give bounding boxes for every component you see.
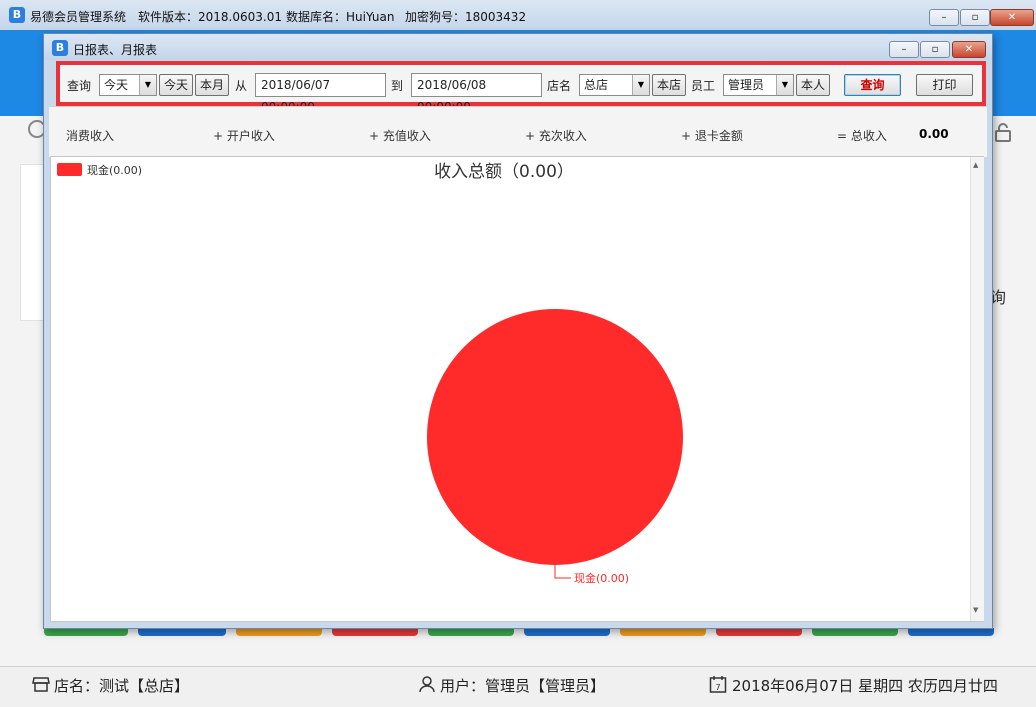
dialog-close-button[interactable]: ✕ — [952, 41, 986, 58]
chevron-down-icon: ▼ — [776, 75, 793, 95]
legend-label[interactable]: 现金(0.00) — [87, 163, 142, 177]
minimize-icon: – — [901, 44, 907, 55]
close-icon: ✕ — [1007, 12, 1017, 23]
store-icon — [32, 676, 50, 692]
store-select[interactable]: 总店 ▼ — [579, 74, 650, 96]
status-date: 2018年06月07日 星期四 农历四月廿四 — [732, 677, 998, 695]
svg-text:7: 7 — [715, 683, 720, 692]
slice-label: 现金(0.00) — [574, 571, 629, 585]
maximize-icon: ▫ — [971, 12, 979, 23]
summary-consume: 消费收入 — [66, 129, 115, 143]
to-label: 到 — [391, 79, 404, 93]
outer-minimize-button[interactable]: – — [929, 9, 959, 26]
status-store: 店名：测试【总店】 — [54, 677, 190, 695]
scroll-down-icon[interactable]: ▼ — [973, 606, 978, 614]
calendar-icon: 7 — [709, 675, 727, 693]
module-tab-stub[interactable] — [620, 628, 706, 636]
to-datetime-input[interactable]: 2018/06/08 00:00:00 — [411, 73, 542, 114]
employee-select[interactable]: 管理员 ▼ — [723, 74, 794, 96]
chevron-down-icon: ▼ — [139, 75, 156, 95]
app-title: 易德会员管理系统 — [30, 10, 127, 24]
summary-recharge-times: + 充次收入 — [525, 129, 587, 143]
module-tab-stub[interactable] — [44, 628, 128, 636]
income-pie-chart: 收入总额（0.00） 现金(0.00) 现金(0.00) ▲ ▼ — [50, 156, 984, 622]
slice-leader-line — [554, 565, 571, 579]
legend-swatch — [57, 163, 82, 176]
summary-total-value: 0.00 — [919, 127, 949, 141]
period-select-value: 今天 — [104, 78, 129, 92]
outer-title-bar: B 易德会员管理系统 软件版本：2018.0603.01 数据库名：HuiYua… — [0, 0, 1036, 31]
pie-slice[interactable] — [427, 309, 683, 565]
summary-refund: + 退卡金额 — [681, 129, 743, 143]
vertical-scrollbar[interactable]: ▲ ▼ — [970, 157, 984, 621]
module-tab-stub[interactable] — [332, 628, 418, 636]
maximize-icon: ▫ — [931, 44, 939, 55]
dialog-minimize-button[interactable]: – — [889, 41, 919, 58]
outer-close-button[interactable]: ✕ — [990, 9, 1034, 26]
summary-recharge: + 充值收入 — [369, 129, 431, 143]
employee-label: 员工 — [691, 79, 716, 93]
chevron-down-icon: ▼ — [632, 75, 649, 95]
user-icon — [418, 675, 436, 693]
summary-open-account: + 开户收入 — [213, 129, 275, 143]
outer-maximize-button[interactable]: ▫ — [960, 9, 990, 26]
module-tab-stub[interactable] — [524, 628, 610, 636]
status-user: 用户：管理员【管理员】 — [440, 677, 606, 695]
this-store-button[interactable]: 本店 — [652, 74, 686, 96]
today-button[interactable]: 今天 — [159, 74, 193, 96]
module-tab-stub[interactable] — [236, 628, 322, 636]
income-summary-row: 消费收入 + 开户收入 + 充值收入 + 充次收入 + 退卡金额 = 总收入 0… — [49, 106, 987, 157]
store-select-value: 总店 — [584, 78, 609, 92]
close-icon: ✕ — [964, 44, 974, 55]
pie-chart-svg: 收入总额（0.00） 现金(0.00) 现金(0.00) — [57, 162, 683, 585]
from-label: 从 — [235, 79, 248, 93]
minimize-icon: – — [941, 12, 947, 23]
scroll-up-icon[interactable]: ▲ — [973, 161, 978, 169]
module-tab-stub[interactable] — [716, 628, 802, 636]
query-toolbar: 查询 今天 ▼ 今天 本月 从 2018/06/07 00:00:00 到 20… — [56, 61, 986, 114]
app-database: 数据库名：HuiYuan — [286, 10, 395, 24]
store-label: 店名 — [547, 79, 572, 93]
module-tab-stub[interactable] — [812, 628, 898, 636]
app-logo-icon: B — [9, 7, 25, 23]
pie-slices: 现金(0.00) — [427, 309, 683, 585]
summary-total-label: = 总收入 — [837, 129, 887, 143]
module-tab-stub[interactable] — [138, 628, 226, 636]
from-datetime-input[interactable]: 2018/06/07 00:00:00 — [255, 73, 386, 114]
employee-select-value: 管理员 — [728, 78, 765, 92]
search-button[interactable]: 查询 — [844, 74, 901, 96]
lock-icon — [993, 122, 1013, 142]
print-button[interactable]: 打印 — [916, 74, 973, 96]
dialog-title-bar: B 日报表、月报表 – ▫ ✕ — [44, 34, 992, 60]
module-tab-stub[interactable] — [428, 628, 514, 636]
app-dongle: 加密狗号：18003432 — [405, 10, 527, 24]
module-tab-stub[interactable] — [908, 628, 994, 636]
chart-title: 收入总额（0.00） — [434, 162, 574, 182]
app-version: 软件版本：2018.0603.01 — [138, 10, 282, 24]
dialog-maximize-button[interactable]: ▫ — [920, 41, 950, 58]
self-button[interactable]: 本人 — [796, 74, 830, 96]
dialog-logo-icon: B — [52, 40, 68, 56]
report-dialog: B 日报表、月报表 – ▫ ✕ 查询 今天 ▼ 今天 本月 从 2018/06/… — [43, 33, 993, 629]
this-month-button[interactable]: 本月 — [195, 74, 229, 96]
period-select[interactable]: 今天 ▼ — [99, 74, 157, 96]
dialog-title: 日报表、月报表 — [73, 43, 158, 57]
status-bar: 店名：测试【总店】 用户：管理员【管理员】 7 2018年06月07日 星期四 … — [0, 666, 1036, 707]
query-label: 查询 — [67, 79, 92, 93]
